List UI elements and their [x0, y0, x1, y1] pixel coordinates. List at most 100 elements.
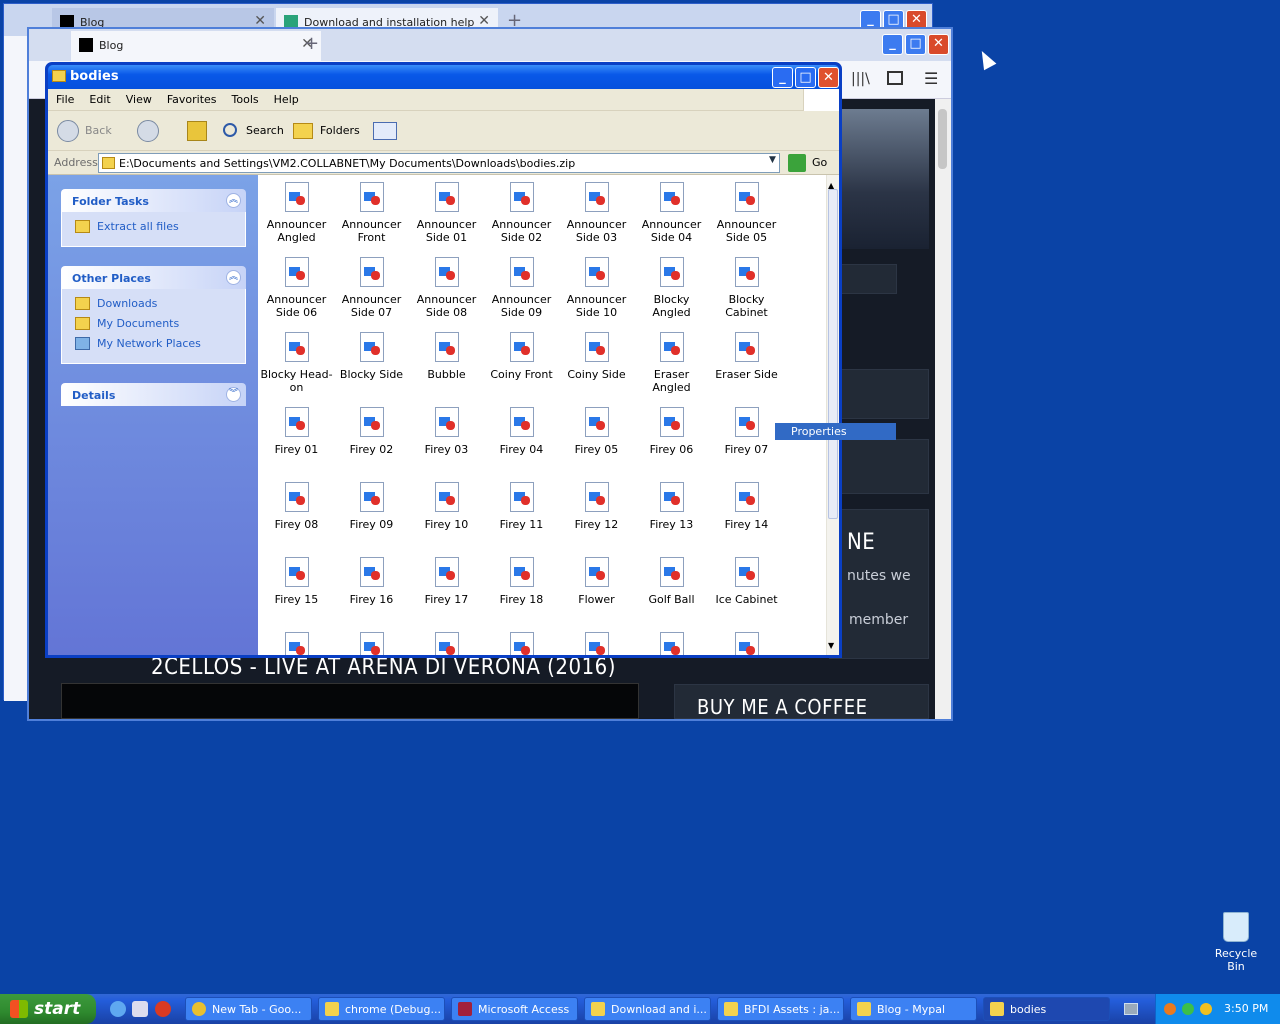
go-arrow-icon[interactable] [788, 154, 806, 172]
file-item[interactable]: Firey 02 [334, 407, 409, 456]
file-item[interactable]: Golf Ball [634, 557, 709, 606]
file-item[interactable]: Announcer Side 10 [559, 257, 634, 319]
keyboard-icon[interactable] [1124, 1003, 1138, 1015]
taskbar-btn-bfdi[interactable]: BFDI Assets : ja... [717, 997, 844, 1021]
file-item[interactable]: Firey 11 [484, 482, 559, 531]
panel-header[interactable]: Folder Tasks [61, 189, 246, 212]
scroll-down-icon[interactable]: ▼ [828, 641, 834, 650]
file-item[interactable] [634, 632, 709, 655]
taskbar-btn-bodies[interactable]: bodies [983, 997, 1110, 1021]
page-scrollbar[interactable] [935, 99, 951, 719]
file-list-scrollbar[interactable]: ▲ ▼ [826, 175, 839, 655]
file-item[interactable]: Coiny Side [559, 332, 634, 381]
new-tab-icon[interactable]: + [304, 33, 319, 54]
file-item[interactable] [259, 632, 334, 655]
video-title[interactable]: 2CELLOS - LIVE AT ARENA DI VERONA (2016) [151, 655, 616, 680]
forward-arrow-icon[interactable] [137, 120, 159, 142]
file-item[interactable]: Announcer Side 06 [259, 257, 334, 319]
scrollbar-thumb[interactable] [828, 189, 838, 519]
file-item[interactable] [709, 632, 784, 655]
close-button[interactable]: ✕ [818, 67, 839, 88]
menu-file[interactable]: File [48, 89, 81, 106]
video-player[interactable] [61, 683, 639, 719]
file-item[interactable]: Blocky Cabinet [709, 257, 784, 319]
file-item[interactable]: Announcer Side 02 [484, 182, 559, 244]
file-item[interactable]: Firey 03 [409, 407, 484, 456]
tab-blog[interactable]: Blog ✕ [71, 31, 321, 61]
file-item[interactable]: Announcer Side 03 [559, 182, 634, 244]
file-item[interactable] [334, 632, 409, 655]
file-item[interactable]: Announcer Side 01 [409, 182, 484, 244]
taskbar-btn-chrome[interactable]: chrome (Debug... [318, 997, 445, 1021]
search-button[interactable]: Search [246, 119, 284, 143]
file-item[interactable]: Announcer Side 07 [334, 257, 409, 319]
menu-icon[interactable]: ☰ [924, 69, 938, 88]
file-item[interactable]: Firey 04 [484, 407, 559, 456]
tray-app-icon[interactable] [1164, 1003, 1176, 1015]
menu-favorites[interactable]: Favorites [159, 89, 224, 106]
file-item[interactable]: Firey 16 [334, 557, 409, 606]
close-button[interactable]: ✕ [928, 34, 949, 55]
file-item[interactable]: Announcer Side 08 [409, 257, 484, 319]
file-item[interactable]: Firey 09 [334, 482, 409, 531]
clock[interactable]: 3:50 PM [1224, 1002, 1268, 1015]
panel-header[interactable]: Other Places [61, 266, 246, 289]
file-item[interactable]: Announcer Side 09 [484, 257, 559, 319]
file-item[interactable]: Blocky Head-on [259, 332, 334, 394]
search-icon[interactable] [223, 123, 237, 137]
tray-search-icon[interactable] [1200, 1003, 1212, 1015]
file-item[interactable]: Announcer Front [334, 182, 409, 244]
downloads-link[interactable]: Downloads [75, 297, 245, 317]
menu-view[interactable]: View [118, 89, 159, 106]
file-item[interactable]: Announcer Side 04 [634, 182, 709, 244]
minimize-button[interactable]: _ [882, 34, 903, 55]
app-quicklaunch-icon[interactable] [155, 1001, 171, 1017]
file-item[interactable]: Firey 08 [259, 482, 334, 531]
file-item[interactable]: Announcer Side 05 [709, 182, 784, 244]
expand-icon[interactable]: ︾ [226, 387, 241, 402]
file-item[interactable]: Firey 13 [634, 482, 709, 531]
collapse-icon[interactable]: ︽ [226, 193, 241, 208]
ie-quicklaunch-icon[interactable] [110, 1001, 126, 1017]
my-documents-link[interactable]: My Documents [75, 317, 245, 337]
file-item[interactable]: Firey 18 [484, 557, 559, 606]
explorer-titlebar[interactable]: bodies _ □ ✕ [48, 65, 839, 89]
explorer-window[interactable]: bodies _ □ ✕ File Edit View Favorites Tools H… [45, 62, 842, 658]
file-item[interactable] [559, 632, 634, 655]
file-item[interactable]: Blocky Side [334, 332, 409, 381]
file-item[interactable]: Blocky Angled [634, 257, 709, 319]
file-item[interactable]: Firey 12 [559, 482, 634, 531]
tray-network-icon[interactable] [1182, 1003, 1194, 1015]
file-item[interactable]: Ice Cabinet [709, 557, 784, 606]
file-item[interactable]: Firey 07 [709, 407, 784, 456]
library-icon[interactable]: |||\ [851, 71, 870, 87]
collapse-icon[interactable]: ︽ [226, 270, 241, 285]
folders-icon[interactable] [293, 123, 313, 139]
up-folder-icon[interactable] [187, 121, 207, 141]
file-item[interactable]: Firey 01 [259, 407, 334, 456]
file-item[interactable]: Firey 06 [634, 407, 709, 456]
address-input[interactable]: E:\Documents and Settings\VM2.COLLABNET\… [98, 153, 780, 173]
file-item[interactable]: Firey 10 [409, 482, 484, 531]
maximize-button[interactable]: □ [905, 34, 926, 55]
file-item[interactable]: Firey 17 [409, 557, 484, 606]
my-network-places-link[interactable]: My Network Places [75, 337, 245, 357]
sidebar-icon[interactable] [887, 71, 903, 85]
recycle-bin[interactable]: Recycle Bin [1206, 912, 1266, 973]
minimize-button[interactable]: _ [772, 67, 793, 88]
file-item[interactable]: Firey 15 [259, 557, 334, 606]
desktop-quicklaunch-icon[interactable] [132, 1001, 148, 1017]
file-item[interactable]: Firey 14 [709, 482, 784, 531]
back-arrow-icon[interactable] [57, 120, 79, 142]
file-item[interactable]: Announcer Angled [259, 182, 334, 244]
context-menu-properties[interactable]: Properties [775, 423, 896, 440]
taskbar-btn-blog[interactable]: Blog - Mypal [850, 997, 977, 1021]
taskbar-btn-download[interactable]: Download and i... [584, 997, 711, 1021]
start-button[interactable]: start [0, 994, 96, 1024]
file-item[interactable] [409, 632, 484, 655]
back-button[interactable]: Back [85, 119, 112, 143]
file-item[interactable]: Bubble [409, 332, 484, 381]
file-item[interactable] [484, 632, 559, 655]
maximize-button[interactable]: □ [795, 67, 816, 88]
file-item[interactable]: Firey 05 [559, 407, 634, 456]
